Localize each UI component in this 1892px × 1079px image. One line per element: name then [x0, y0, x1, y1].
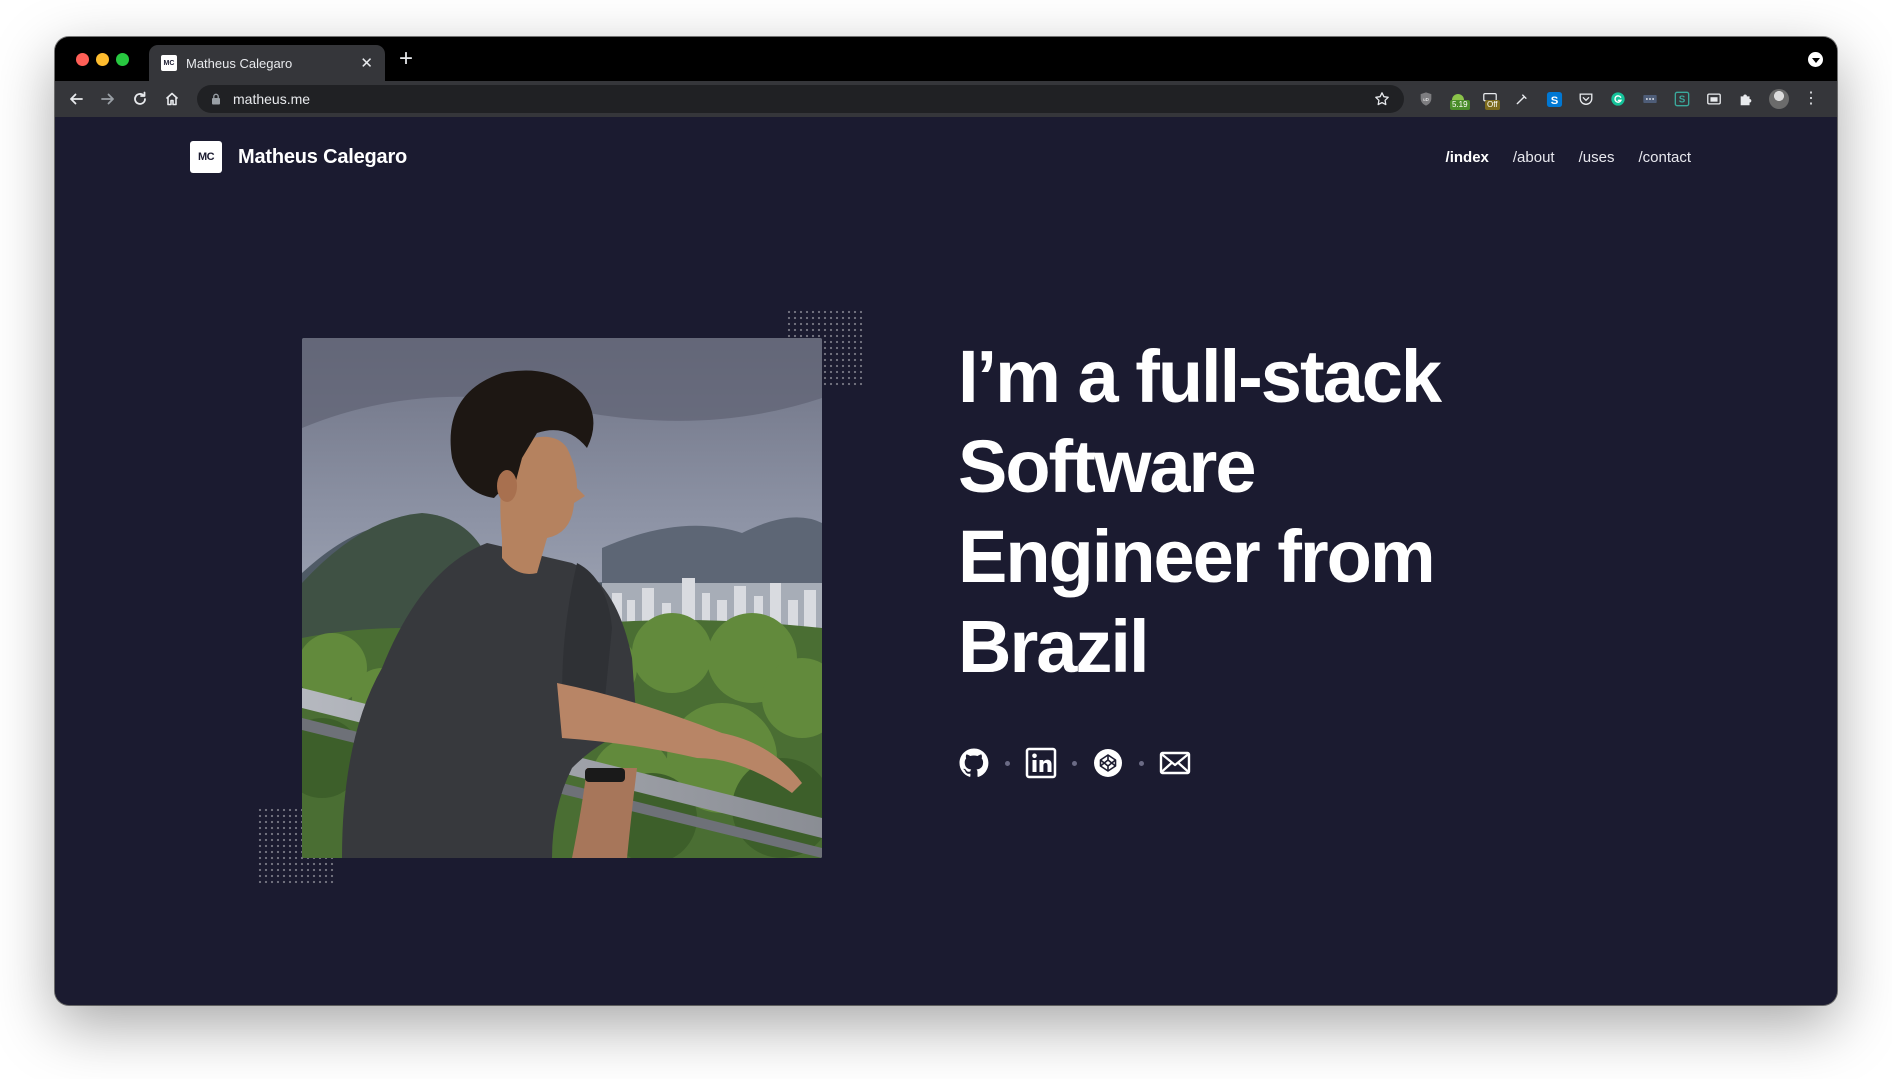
back-button[interactable]: [65, 88, 87, 110]
social-links: [957, 746, 1192, 780]
github-link[interactable]: [957, 746, 991, 780]
address-bar[interactable]: matheus.me: [197, 85, 1404, 113]
color-picker-extension-icon[interactable]: [1513, 90, 1531, 108]
coupon-extension-icon[interactable]: Off: [1481, 90, 1500, 110]
social-separator: [1005, 760, 1010, 766]
email-icon: [1159, 751, 1191, 775]
headline-line: Brazil: [958, 605, 1150, 688]
linkedin-icon: [1025, 747, 1057, 779]
headline-line: I’m a full-stack: [958, 335, 1442, 418]
stylus-extension-icon[interactable]: S: [1673, 90, 1691, 108]
svg-text:S: S: [1550, 94, 1558, 106]
email-link[interactable]: [1158, 746, 1192, 780]
back-arrow-icon: [70, 93, 83, 105]
nav-contact[interactable]: /contact: [1638, 149, 1691, 166]
nav-index[interactable]: /index: [1446, 149, 1489, 166]
linkedin-link[interactable]: [1024, 746, 1058, 780]
tab-strip: MC Matheus Calegaro ✕ +: [55, 37, 1837, 81]
tab-title: Matheus Calegaro: [186, 55, 293, 71]
web-page: MC Matheus Calegaro /index /about /uses …: [55, 117, 1837, 1005]
puzzle-extensions-icon[interactable]: [1737, 90, 1755, 108]
browser-toolbar: matheus.me uD 5.19 Off S S ⋮: [55, 81, 1837, 117]
github-icon: [959, 748, 989, 777]
android-extension-icon[interactable]: 5.19: [1449, 90, 1470, 110]
tab-search-icon[interactable]: [1808, 52, 1823, 67]
reload-button[interactable]: [129, 88, 151, 110]
site-brand[interactable]: MC Matheus Calegaro: [190, 141, 407, 173]
headline-line: Software: [958, 425, 1257, 508]
lock-icon: [212, 93, 220, 105]
home-icon: [165, 92, 179, 106]
nav-uses[interactable]: /uses: [1579, 149, 1615, 166]
browser-tab[interactable]: MC Matheus Calegaro ✕: [149, 45, 385, 81]
ublock-extension-icon[interactable]: uD: [1417, 90, 1435, 108]
reload-icon: [134, 91, 146, 105]
grammarly-extension-icon[interactable]: [1609, 90, 1627, 108]
extensions-area: uD 5.19 Off S S ⋮: [1417, 89, 1819, 110]
social-separator: [1072, 760, 1077, 766]
new-tab-button[interactable]: +: [399, 45, 413, 73]
svg-text:S: S: [1679, 95, 1686, 106]
close-tab-icon[interactable]: ✕: [360, 56, 373, 71]
url-text: matheus.me: [233, 91, 311, 107]
codepen-icon: [1094, 749, 1122, 777]
maximize-window-button[interactable]: [116, 53, 129, 66]
profile-avatar[interactable]: [1769, 89, 1789, 109]
main-nav: /index /about /uses /contact: [1446, 149, 1691, 166]
forward-arrow-icon: [101, 93, 114, 105]
bookmark-star-icon[interactable]: [1374, 91, 1390, 107]
home-button[interactable]: [161, 88, 183, 110]
site-name: Matheus Calegaro: [238, 145, 408, 168]
tab-favicon: MC: [161, 55, 177, 71]
profile-photo: [302, 338, 822, 858]
hero-headline: I’m a full-stack Software Engineer from …: [958, 332, 1658, 692]
nav-about[interactable]: /about: [1513, 149, 1555, 166]
svg-text:uD: uD: [1423, 97, 1429, 102]
close-window-button[interactable]: [76, 53, 89, 66]
minimize-window-button[interactable]: [96, 53, 109, 66]
headline-line: Engineer from: [958, 515, 1436, 598]
browser-menu-icon[interactable]: ⋮: [1803, 91, 1819, 107]
pocket-extension-icon[interactable]: [1577, 90, 1595, 108]
sales-badge: 5.19: [1450, 100, 1470, 110]
browser-window: MC Matheus Calegaro ✕ + matheus.me uD 5.…: [55, 37, 1837, 1005]
window-extension-icon[interactable]: [1705, 90, 1723, 108]
social-separator: [1139, 760, 1144, 766]
off-badge: Off: [1485, 100, 1500, 110]
forward-button[interactable]: [97, 88, 119, 110]
codepen-link[interactable]: [1091, 746, 1125, 780]
more-extension-icon[interactable]: [1641, 90, 1659, 108]
skype-s-extension-icon[interactable]: S: [1545, 90, 1563, 108]
site-logo: MC: [190, 141, 222, 173]
